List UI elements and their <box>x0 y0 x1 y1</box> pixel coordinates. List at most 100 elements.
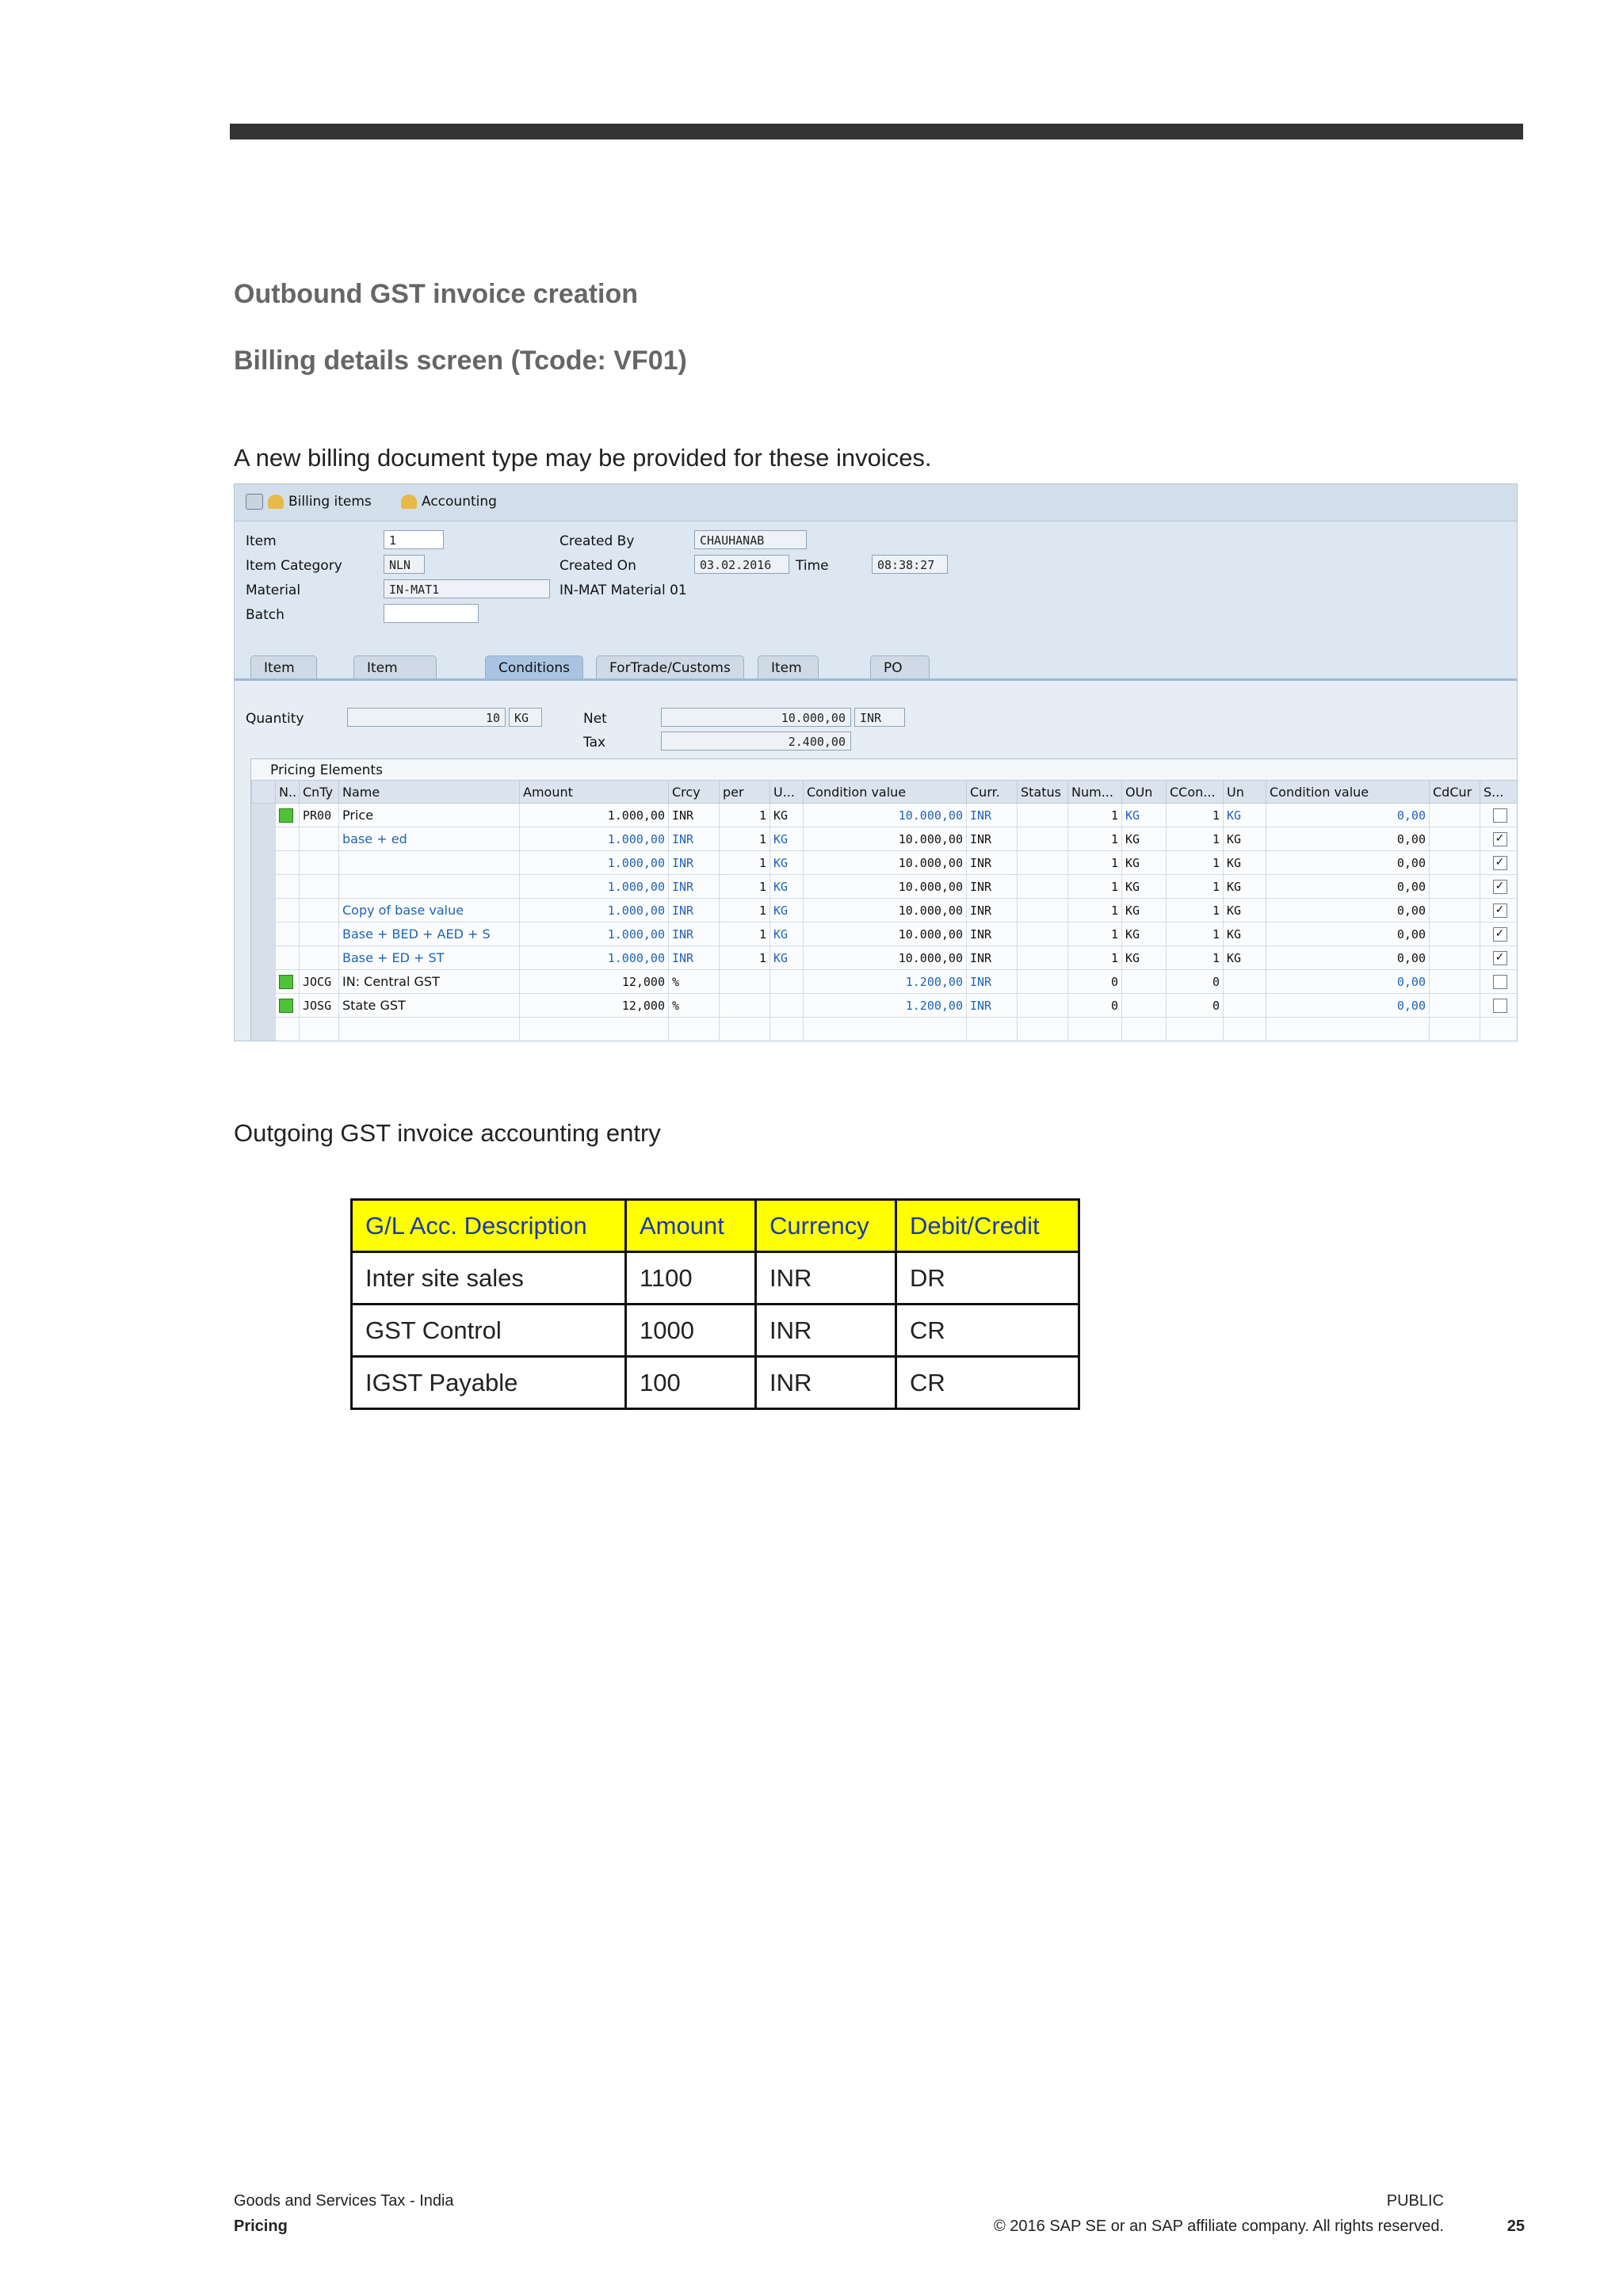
green-status-icon <box>279 974 293 989</box>
checkbox[interactable]: ✓ <box>1492 950 1507 965</box>
row-selector[interactable] <box>251 898 276 923</box>
item-label: Item <box>246 533 277 549</box>
row-selector[interactable] <box>251 850 276 875</box>
column-header[interactable]: Amount <box>519 780 669 804</box>
table-row[interactable]: Base + ED + ST 1.000,00 INR 1 KG 10.000,00 INR… <box>251 946 1517 970</box>
column-header[interactable]: CnTy <box>299 780 339 804</box>
row-selector[interactable] <box>251 922 276 946</box>
column-header[interactable]: CCon... <box>1166 780 1224 804</box>
column-header[interactable]: CdCur <box>1429 780 1480 804</box>
table-cell: KG <box>769 898 804 923</box>
row-selector[interactable] <box>251 827 276 851</box>
net-field[interactable]: 10.000,00 <box>661 708 851 727</box>
table-row[interactable]: Copy of base value 1.000,00 INR 1 KG 10.000,0… <box>251 898 1517 923</box>
billing-items-button[interactable]: Billing items <box>246 494 372 510</box>
column-header[interactable]: OUn <box>1121 780 1167 804</box>
checkbox[interactable] <box>1492 808 1507 823</box>
statistical-checkbox-cell: ✓ <box>1480 946 1517 970</box>
table-row[interactable]: JOCG IN: Central GST 12,000% 1.200,00 INR 0 0 0… <box>251 969 1517 994</box>
table-cell: JOSG <box>299 993 339 1018</box>
table-row[interactable]: JOSG State GST 12,000% 1.200,00 INR 0 0 0,00 <box>251 993 1517 1018</box>
checkbox[interactable] <box>1492 998 1507 1013</box>
row-selector[interactable] <box>251 803 276 827</box>
table-cell <box>338 874 520 899</box>
table-cell: 12,000 <box>519 969 669 994</box>
table-cell: DR <box>895 1251 1080 1305</box>
material-field[interactable]: IN-MAT1 <box>384 579 550 598</box>
tab-item-texts[interactable]: Item Texts <box>758 655 819 700</box>
column-header[interactable]: Num... <box>1067 780 1122 804</box>
batch-field[interactable] <box>384 604 479 623</box>
table-cell: 10.000,00 <box>803 874 967 899</box>
quantity-field[interactable]: 10 <box>347 708 506 727</box>
row-selector[interactable] <box>251 993 276 1018</box>
table-cell: IGST Payable <box>350 1355 627 1410</box>
table-cell <box>299 922 339 946</box>
table-cell <box>1017 898 1068 923</box>
net-currency-field[interactable]: INR <box>854 708 905 727</box>
table-row[interactable]: Base + BED + AED + S 1.000,00 INR 1 KG 10.000… <box>251 922 1517 946</box>
column-header: Currency <box>754 1198 897 1253</box>
tab-conditions[interactable]: Conditions <box>485 655 583 679</box>
table-cell: KG <box>1223 827 1266 851</box>
table-row[interactable]: 1.000,00 INR 1 KG 10.000,00 INR 1 KG 1 KG 0,00 ✓ <box>251 874 1517 899</box>
tax-field[interactable]: 2.400,00 <box>661 732 851 751</box>
column-header[interactable]: Un <box>1223 780 1266 804</box>
table-cell: INR <box>754 1251 897 1305</box>
checkbox[interactable]: ✓ <box>1492 926 1507 942</box>
quantity-unit-field[interactable]: KG <box>509 708 542 727</box>
tab-item-detail[interactable]: Item Detail <box>250 655 318 700</box>
table-cell: KG <box>1223 946 1266 970</box>
column-header[interactable]: U... <box>769 780 804 804</box>
table-cell: 0 <box>1067 993 1122 1018</box>
checkbox[interactable] <box>1492 974 1507 989</box>
statistical-checkbox-cell <box>1480 803 1517 827</box>
tab-item-partners[interactable]: Item Partners <box>353 655 437 700</box>
column-header[interactable]: per <box>719 780 770 804</box>
table-cell: INR <box>966 993 1018 1018</box>
accounting-entry-table: G/L Acc. Description Amount Currency Deb… <box>350 1198 1080 1410</box>
column-header[interactable]: S... <box>1480 780 1517 804</box>
row-selector[interactable] <box>251 874 276 899</box>
checkbox[interactable]: ✓ <box>1492 879 1507 894</box>
table-row[interactable]: base + ed 1.000,00 INR 1 KG 10.000,00 INR 1 KG 1 K… <box>251 827 1517 851</box>
column-header[interactable]: N.. <box>275 780 300 804</box>
tab-fortrade-customs[interactable]: ForTrade/Customs <box>596 655 744 679</box>
table-cell: CR <box>895 1303 1080 1358</box>
row-selector[interactable] <box>251 946 276 970</box>
column-header[interactable]: Status <box>1017 780 1068 804</box>
table-row[interactable]: 1.000,00 INR 1 KG 10.000,00 INR 1 KG 1 KG 0,00 ✓ <box>251 850 1517 875</box>
checkbox[interactable]: ✓ <box>1492 855 1507 870</box>
table-cell <box>1017 874 1068 899</box>
table-cell: INR <box>966 898 1018 923</box>
table-cell <box>299 827 339 851</box>
table-cell <box>338 1017 520 1041</box>
green-status-icon <box>279 808 293 823</box>
table-cell <box>1429 946 1480 970</box>
table-cell <box>1429 898 1480 923</box>
checkbox[interactable]: ✓ <box>1492 903 1507 918</box>
table-cell: 1 <box>1166 898 1224 923</box>
table-cell <box>1067 1017 1122 1041</box>
table-cell <box>1429 850 1480 875</box>
table-row[interactable]: PR00 Price 1.000,00 INR 1 KG 10.000,00 INR 1 KG 1 K… <box>251 803 1517 827</box>
column-header[interactable]: Condition value <box>803 780 967 804</box>
table-cell <box>769 969 804 994</box>
tab-po-data[interactable]: PO Data <box>870 655 930 700</box>
column-header[interactable]: Curr. <box>966 780 1018 804</box>
column-header[interactable]: Name <box>338 780 520 804</box>
item-category-field[interactable]: NLN <box>384 555 425 574</box>
time-field[interactable]: 08:38:27 <box>872 555 948 574</box>
created-on-field[interactable]: 03.02.2016 <box>694 555 789 574</box>
created-by-field[interactable]: CHAUHANAB <box>694 530 807 549</box>
checkbox[interactable]: ✓ <box>1492 831 1507 846</box>
table-cell: 1 <box>1166 850 1224 875</box>
table-cell: 1 <box>719 803 770 827</box>
column-header[interactable]: Crcy <box>668 780 720 804</box>
table-cell <box>1429 993 1480 1018</box>
column-header[interactable]: Condition value <box>1266 780 1430 804</box>
accounting-button[interactable]: Accounting <box>401 494 497 510</box>
item-field[interactable]: 1 <box>384 530 444 549</box>
row-selector[interactable] <box>251 969 276 994</box>
table-cell: KG <box>1223 922 1266 946</box>
